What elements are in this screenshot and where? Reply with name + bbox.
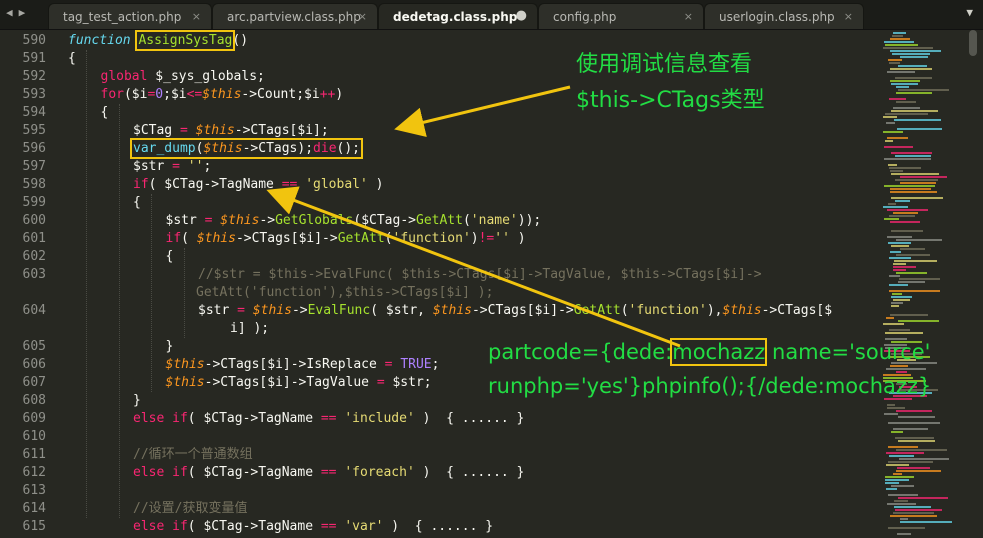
payload-suffix: name='source' bbox=[765, 340, 931, 364]
annotation-payload-line1: partcode={dede:mochazz name='source' bbox=[488, 338, 931, 366]
annotation-title-line1: 使用调试信息查看 bbox=[576, 52, 753, 77]
payload-prefix: partcode={dede: bbox=[488, 340, 673, 364]
arrow-to-ctag-tagname bbox=[266, 186, 681, 348]
annotation-arrows bbox=[266, 85, 681, 348]
arrow-to-var-dump bbox=[394, 85, 571, 137]
payload-tag-highlight: mochazz bbox=[670, 338, 768, 366]
annotation-payload-line2: runphp='yes'}phpinfo();{/dede:mochazz} bbox=[488, 374, 932, 398]
annotation-title-line2: $this->CTags类型 bbox=[576, 88, 765, 113]
